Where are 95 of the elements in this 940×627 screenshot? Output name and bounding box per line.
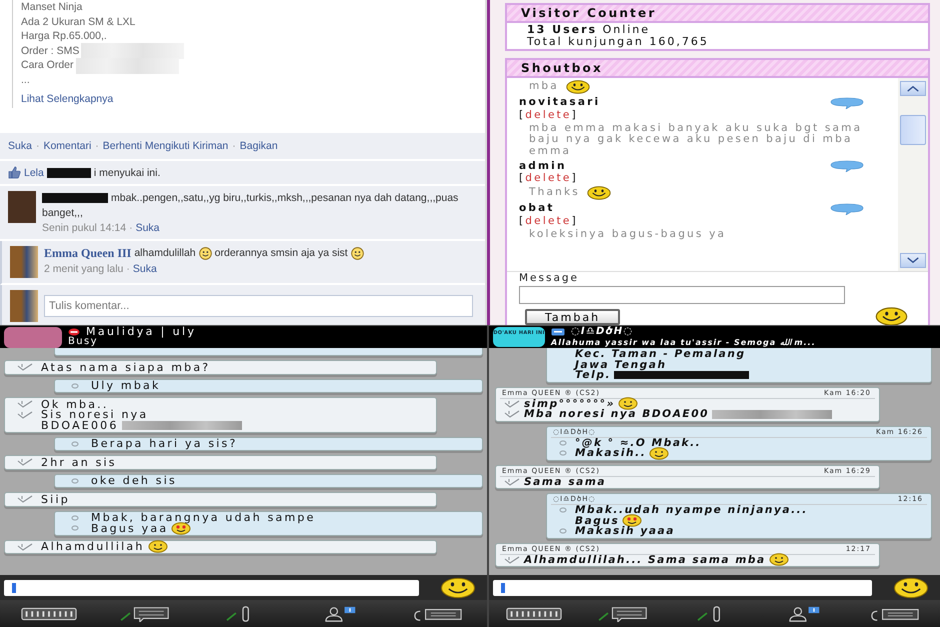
description-line: Manset Ninja [21,0,82,15]
like-link[interactable]: Suka [132,262,157,275]
see-more-link[interactable]: Lihat Selengkapnya [21,92,114,106]
separator-dot: · [129,222,133,234]
widget-title: Visitor Counter [507,5,928,23]
message-text: Makasih yaaa [575,525,675,538]
chevron-down-icon [906,257,920,264]
delete-link[interactable]: [delete] [519,216,578,228]
avatar-photo-placeholder [10,290,38,322]
description-line: Ada 2 Ukuran SM & LXL [21,14,136,30]
message-text: Sis noresi nya [41,408,148,422]
message-label: Message [519,273,580,283]
smiley-icon [875,307,908,325]
avatar-photo-placeholder [8,191,36,224]
online-label: Online [602,23,650,36]
comment-author[interactable]: Emma Queen III [44,246,132,261]
action-link[interactable]: Berhenti Mengikuti Kiriman [102,140,228,152]
message-text: BDOAE006 [41,418,119,432]
message-text: Bagus [575,514,620,527]
message-text: Kec. Taman - Pemalang [575,348,746,360]
message-text: Mba noresi nya BDOAE00 [524,408,710,420]
message-text: Jawa Tengah [575,358,667,371]
redacted-bar [46,168,91,178]
separator-dot: · [126,262,130,275]
emoticon-button[interactable] [892,576,930,598]
shout-text: koleksinya bagus-bagus ya [529,228,726,240]
message-text: Ok mba.. [41,398,109,411]
shout-text: Thanks [529,187,580,199]
message-text: oke deh sis [91,474,177,488]
description-line: Order : SMS [21,44,80,58]
message-text: Alhamdullilah [41,540,144,554]
action-link[interactable]: Suka [8,140,32,152]
add-button[interactable]: Tambah [525,308,620,324]
message-text: Berapa hari ya sis? [91,437,238,450]
comment-time: Senin pukul 14:14 [42,222,126,234]
delete-link[interactable]: [delete] [519,173,578,185]
emoticon-button[interactable] [439,576,477,598]
message-text: Bagus yaa [91,522,168,535]
contact-status: Busy [68,337,98,347]
message-text: Mbak, barangnya udah sampe [91,511,316,524]
shout-author: obat [519,203,555,215]
description-line: ... [21,72,30,88]
comment-field[interactable]: Tulis komentar... [44,295,473,318]
message-text: Siip [41,492,70,506]
scrollbar-thumb[interactable] [900,114,926,144]
liker-name[interactable]: Lela [24,166,44,179]
keyboard-icon[interactable] [20,606,77,622]
keyboard-icon[interactable] [506,606,562,622]
message-text: °@k ° ≈.Ο Mbak.. [575,436,702,449]
message-text: Atas nama siapa mba? [41,360,210,374]
total-visits: Total kunjungan 160,765 [527,36,710,48]
scroll-up-button[interactable] [900,81,926,96]
message-text: simp°°°°°°°» [524,398,616,410]
message-text: Telp. [575,369,612,382]
message-field[interactable] [519,286,845,304]
widget-title: Shoutbox [507,60,928,78]
message-text: Sama sama [524,476,606,488]
separator-dot: · [36,140,40,152]
contact-status: Allahuma yassir wa laa tu'assir - Semoga الله m... [551,337,816,348]
comment-text: mbak..pengen,,satu,,yg biru,,turkis,,mksh,,,pesanan nya dah datang,,,puas [111,191,458,206]
comment-time: 2 menit yang lalu [44,262,124,275]
delete-link[interactable]: [delete] [519,110,578,122]
avatar-photo-placeholder [10,246,38,278]
description-line: Cara Order [21,58,74,73]
likes-text: i menyukai ini. [94,166,160,179]
comment-text: banget,,, [42,206,83,220]
separator-dot: · [95,140,99,152]
comment-text: alhamdulillah [134,246,196,261]
shout-text: mba [529,81,559,93]
message-input[interactable] [4,580,419,596]
description-line: Harga Rp.65.000,. [21,29,107,44]
message-input[interactable] [493,580,872,596]
message-text: 2hr an sis [41,456,117,469]
chevron-up-icon [906,85,920,92]
avatar-photo-placeholder [4,326,62,348]
scroll-down-button[interactable] [900,253,926,268]
contact-name: ◌I♎DծH◌ [571,326,634,337]
speech-bubble-icon [828,160,866,172]
action-link[interactable]: Bagikan [240,140,278,152]
action-link[interactable]: Komentari [43,140,92,152]
contact-name: Maulidya | uly [86,327,196,337]
message-text: Uly mbak [91,379,161,392]
separator-dot: · [232,140,236,152]
message-text: Makasih.. [575,447,646,460]
shout-text: mba emma makasi banyak aku suka bgt sama baju nya gak kecewa aku pesen baju di mba emma [529,122,864,158]
speech-bubble-icon [828,202,866,215]
like-link[interactable]: Suka [136,222,160,234]
shout-author: novitasari [519,97,600,109]
shout-author: admin [519,160,567,172]
speech-bubble-icon [828,97,866,109]
users-count: 13 Users [527,23,598,36]
thumbs-up-icon [8,166,21,180]
message-text: Mbak..udah nyampe ninjanya... [575,504,808,516]
comment-text: orderannya smsin aja ya sist [214,246,348,261]
message-text: Alhamdullilah... Sama sama mba [524,554,766,566]
